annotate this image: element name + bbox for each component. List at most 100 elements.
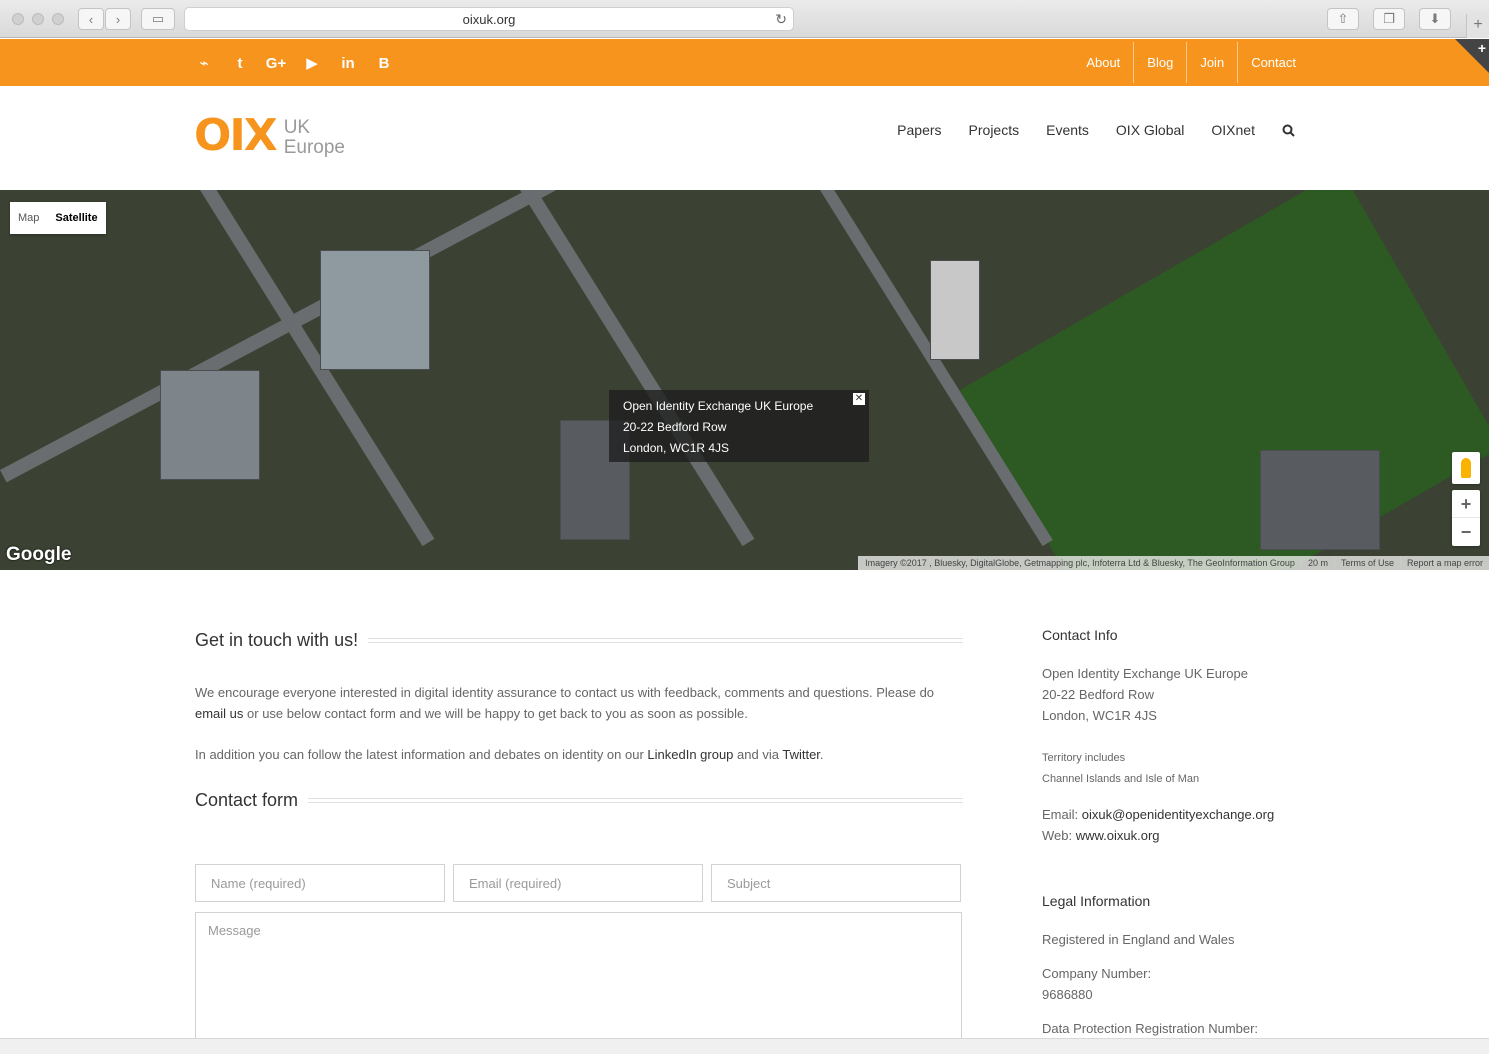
- map-building: [160, 370, 260, 480]
- share-icon: ⇧: [1337, 11, 1349, 26]
- nav-papers[interactable]: Papers: [897, 122, 941, 138]
- topnav-blog[interactable]: Blog: [1133, 42, 1186, 83]
- map-type-satellite-button[interactable]: Satellite: [47, 202, 105, 234]
- tabs-icon: ❐: [1383, 11, 1395, 26]
- web-row: Web: www.oixuk.org: [1042, 825, 1274, 846]
- url-text: oixuk.org: [462, 11, 516, 27]
- name-input[interactable]: Name (required): [195, 864, 445, 902]
- message-textarea[interactable]: Message: [195, 912, 962, 1052]
- twitter-icon[interactable]: t: [230, 53, 250, 73]
- contact-info-heading: Contact Info: [1042, 627, 1118, 643]
- address-line-3: London, WC1R 4JS: [1042, 708, 1157, 723]
- linkedin-group-link[interactable]: LinkedIn group: [647, 747, 733, 762]
- section-title-touch: Get in touch with us!: [195, 630, 963, 651]
- p1-text-a: We encourage everyone interested in digi…: [195, 685, 935, 700]
- email-input[interactable]: Email (required): [453, 864, 703, 902]
- map-road: [520, 190, 755, 547]
- site-logo[interactable]: OIX UK Europe: [194, 114, 345, 158]
- address-line-2: 20-22 Bedford Row: [1042, 687, 1155, 702]
- map-building: [1260, 450, 1380, 550]
- street-view-pegman[interactable]: [1452, 452, 1480, 484]
- logo-sub-uk: UK: [283, 117, 311, 138]
- logo-mark: OIX: [194, 110, 278, 161]
- downloads-button[interactable]: ⬇: [1419, 8, 1451, 30]
- company-label: Company Number:: [1042, 966, 1152, 981]
- logo-sub-europe: Europe: [283, 137, 345, 158]
- sidebar-toggle-button[interactable]: ▭: [141, 8, 175, 30]
- intro-paragraph: We encourage everyone interested in digi…: [195, 682, 963, 724]
- tabs-button[interactable]: ❐: [1373, 8, 1405, 30]
- blogger-icon[interactable]: B: [374, 53, 394, 73]
- zoom-out-button[interactable]: −: [1452, 518, 1480, 546]
- map-type-map-button[interactable]: Map: [10, 202, 47, 234]
- minimize-window-button[interactable]: [32, 13, 44, 25]
- address-block: Open Identity Exchange UK Europe 20-22 B…: [1042, 663, 1248, 726]
- territory-block: Territory includes Channel Islands and I…: [1042, 748, 1199, 790]
- location-map[interactable]: Map Satellite Open Identity Exchange UK …: [0, 190, 1489, 570]
- territory-line-1: Territory includes: [1042, 752, 1126, 764]
- forward-button[interactable]: ›: [105, 8, 131, 30]
- new-tab-button[interactable]: +: [1466, 14, 1489, 38]
- twitter-link[interactable]: Twitter: [782, 747, 820, 762]
- email-label: Email:: [1042, 807, 1082, 822]
- contact-form-heading: Contact form: [195, 790, 299, 810]
- nav-events[interactable]: Events: [1046, 122, 1089, 138]
- company-number: 9686880: [1042, 987, 1093, 1002]
- email-us-link[interactable]: email us: [195, 706, 243, 721]
- youtube-icon[interactable]: ▶: [302, 53, 322, 73]
- info-line-3: London, WC1R 4JS: [623, 441, 730, 455]
- nav-oix-global[interactable]: OIX Global: [1116, 122, 1184, 138]
- topnav-join[interactable]: Join: [1186, 42, 1237, 83]
- zoom-in-button[interactable]: +: [1452, 490, 1480, 518]
- web-label: Web:: [1042, 828, 1076, 843]
- top-nav: About Blog Join Contact: [1073, 42, 1309, 83]
- logo-subtitle: UK Europe: [284, 118, 345, 158]
- map-building: [930, 260, 980, 360]
- horizontal-scrollbar[interactable]: [0, 1038, 1489, 1054]
- sidebar-icon: ▭: [151, 11, 165, 26]
- report-error-link[interactable]: Report a map error: [1399, 556, 1489, 570]
- close-icon[interactable]: ✕: [853, 393, 865, 405]
- zoom-window-button[interactable]: [52, 13, 64, 25]
- reload-icon[interactable]: ↻: [775, 11, 787, 28]
- map-scale[interactable]: 20 m: [1300, 556, 1334, 570]
- p2-text-a: In addition you can follow the latest in…: [195, 747, 648, 762]
- section-title-form: Contact form: [195, 790, 963, 811]
- nav-projects[interactable]: Projects: [969, 122, 1020, 138]
- nav-oixnet[interactable]: OIXnet: [1211, 122, 1255, 138]
- browser-toolbar: ‹ › ▭ oixuk.org ↻ ⇧ ❐ ⬇ +: [0, 0, 1489, 38]
- search-icon[interactable]: [1282, 124, 1295, 137]
- rss-icon[interactable]: ⌁: [194, 53, 214, 73]
- p1-text-b: or use below contact form and we will be…: [243, 706, 748, 721]
- topnav-contact[interactable]: Contact: [1237, 42, 1309, 83]
- chevron-left-icon: ‹: [88, 11, 94, 27]
- subject-input[interactable]: Subject: [711, 864, 961, 902]
- address-bar[interactable]: oixuk.org ↻: [184, 7, 794, 31]
- download-icon: ⬇: [1429, 11, 1441, 26]
- back-button[interactable]: ‹: [78, 8, 104, 30]
- linkedin-icon[interactable]: in: [338, 53, 358, 73]
- web-link[interactable]: www.oixuk.org: [1076, 828, 1160, 843]
- topnav-about[interactable]: About: [1073, 42, 1133, 83]
- message-placeholder: Message: [208, 923, 261, 938]
- data-protection-label: Data Protection Registration Number:: [1042, 1021, 1259, 1036]
- map-info-window: Open Identity Exchange UK Europe 20-22 B…: [609, 390, 869, 462]
- get-in-touch-heading: Get in touch with us!: [195, 630, 359, 650]
- follow-paragraph: In addition you can follow the latest in…: [195, 744, 963, 765]
- p2-text-b: and via: [733, 747, 783, 762]
- share-button[interactable]: ⇧: [1327, 8, 1359, 30]
- google-logo: Google: [6, 544, 72, 565]
- email-link[interactable]: oixuk@openidentityexchange.org: [1082, 807, 1274, 822]
- registered-text: Registered in England and Wales: [1042, 932, 1235, 947]
- map-attribution: Imagery ©2017 , Bluesky, DigitalGlobe, G…: [858, 556, 1489, 570]
- close-window-button[interactable]: [12, 13, 24, 25]
- chevron-right-icon: ›: [115, 11, 121, 27]
- email-row: Email: oixuk@openidentityexchange.org: [1042, 804, 1274, 825]
- map-building: [320, 250, 430, 370]
- terms-link[interactable]: Terms of Use: [1333, 556, 1400, 570]
- title-divider: [308, 798, 963, 803]
- info-line-2: 20-22 Bedford Row: [623, 420, 727, 434]
- info-line-1: Open Identity Exchange UK Europe: [623, 399, 814, 413]
- google-plus-icon[interactable]: G+: [266, 53, 286, 73]
- main-nav: Papers Projects Events OIX Global OIXnet: [897, 122, 1295, 138]
